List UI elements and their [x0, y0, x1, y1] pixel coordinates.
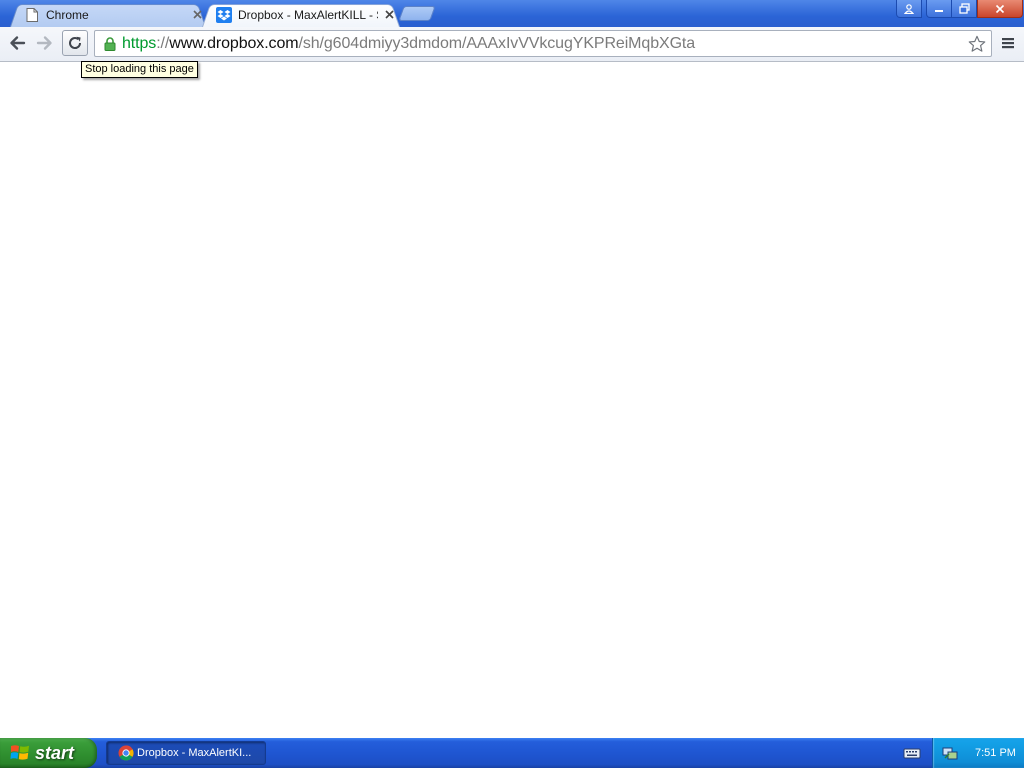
- windows-logo-icon: [10, 745, 29, 760]
- url-host: www.dropbox.com: [169, 34, 299, 52]
- browser-window: Chrome Dropbox - MaxAlertKILL - Sim: [0, 0, 1024, 738]
- close-tab-icon[interactable]: [190, 8, 204, 22]
- dropbox-icon: [216, 6, 232, 23]
- tooltip: Stop loading this page: [81, 61, 198, 78]
- taskbar-item-label: Dropbox - MaxAlertKI...: [137, 747, 252, 759]
- page-icon: [24, 7, 40, 23]
- title-bar: Chrome Dropbox - MaxAlertKILL - Sim: [0, 0, 1024, 28]
- reload-icon[interactable]: [62, 30, 88, 56]
- forward-arrow-icon[interactable]: [32, 30, 58, 56]
- network-icon[interactable]: [942, 745, 958, 761]
- close-tab-icon[interactable]: [382, 8, 396, 22]
- url-path: /sh/g604dmiyy3dmdom/AAAxIvVVkcugYKPReiMq…: [298, 34, 696, 52]
- address-bar[interactable]: https://www.dropbox.com/sh/g604dmiyy3dmd…: [94, 30, 992, 57]
- chrome-icon: [118, 745, 134, 761]
- start-button[interactable]: start: [0, 738, 97, 768]
- new-tab-shape: [398, 6, 436, 21]
- url-separator: ://: [156, 34, 170, 52]
- back-arrow-icon[interactable]: [4, 30, 30, 56]
- start-label: start: [35, 742, 75, 763]
- restore-icon[interactable]: [951, 0, 977, 18]
- lock-icon: [102, 36, 118, 52]
- tab-dropbox[interactable]: Dropbox - MaxAlertKILL - Sim: [202, 2, 400, 28]
- system-tray: 7:51 PM: [932, 738, 1024, 768]
- taskbar-item-dropbox[interactable]: Dropbox - MaxAlertKI...: [106, 741, 266, 765]
- tab-title: Chrome: [46, 7, 89, 22]
- url-text: https://www.dropbox.com/sh/g604dmiyy3dmd…: [122, 35, 695, 53]
- user-icon[interactable]: [896, 0, 922, 18]
- minimize-icon[interactable]: [926, 0, 952, 18]
- new-tab-button[interactable]: [398, 6, 436, 21]
- star-icon[interactable]: [966, 33, 988, 55]
- menu-icon[interactable]: [995, 30, 1021, 56]
- clock: 7:51 PM: [975, 747, 1016, 759]
- keyboard-icon[interactable]: [903, 746, 921, 760]
- tab-title: Dropbox - MaxAlertKILL - Sim: [238, 7, 378, 22]
- close-icon[interactable]: [977, 0, 1023, 18]
- toolbar: https://www.dropbox.com/sh/g604dmiyy3dmd…: [0, 27, 1024, 62]
- taskbar: start Dropbox - MaxAlertKI... 7:51 PM: [0, 738, 1024, 768]
- page-content[interactable]: [0, 63, 1024, 738]
- tab-chrome[interactable]: Chrome: [10, 2, 206, 28]
- url-scheme: https: [122, 34, 157, 52]
